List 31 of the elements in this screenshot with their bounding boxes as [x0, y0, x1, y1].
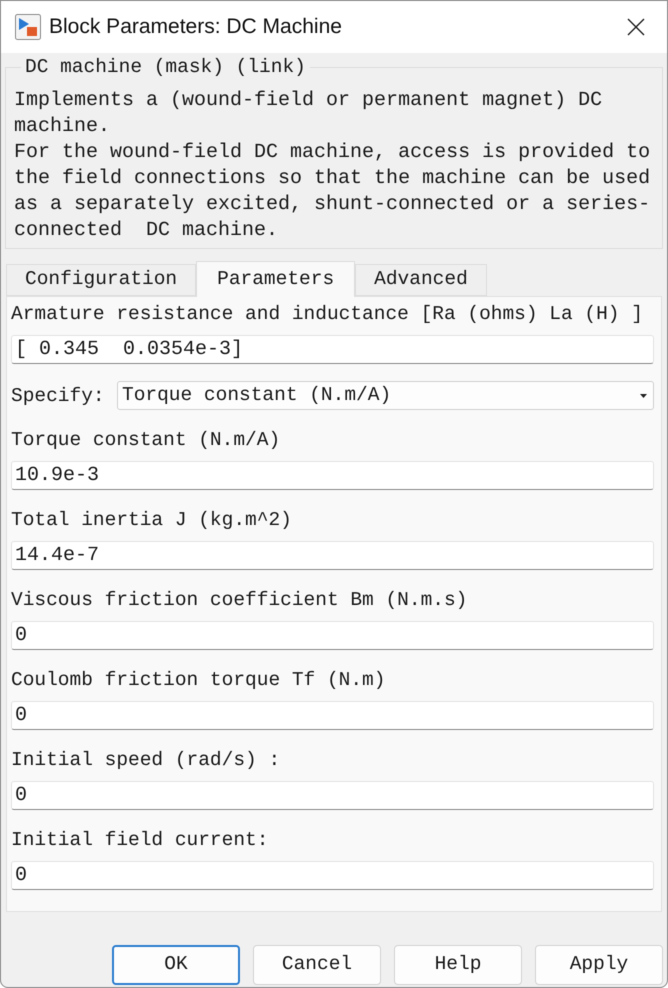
- input-field[interactable]: 0: [11, 701, 654, 730]
- close-button[interactable]: [625, 16, 647, 38]
- description-text: For the wound-field DC machine, access is provided to the field connections so that the machine can be used as a separately excited, shunt-connected or a series-connected DC machine.: [14, 140, 652, 244]
- block-diagram-icon: [15, 14, 41, 40]
- window-title: Block Parameters: DC Machine: [49, 14, 342, 40]
- input-field[interactable]: 14.4e-7: [11, 541, 654, 570]
- dialog-button[interactable]: Apply: [535, 945, 663, 985]
- parameter-label: Coulomb friction torque Tf (N.m): [11, 668, 386, 693]
- input-field[interactable]: 0: [11, 861, 654, 890]
- input-field[interactable]: 0: [11, 621, 654, 650]
- dialog-button[interactable]: OK: [112, 945, 240, 985]
- dialog-button[interactable]: Cancel: [253, 945, 381, 985]
- group-title: DC machine (mask) (link): [24, 55, 307, 80]
- dropdown-field[interactable]: Torque constant (N.m/A): [117, 381, 654, 410]
- tab[interactable]: Parameters: [196, 261, 356, 297]
- input-field[interactable]: [ 0.345 0.0354e-3]: [11, 335, 654, 364]
- tab[interactable]: Configuration: [6, 264, 196, 296]
- tab[interactable]: Advanced: [355, 264, 487, 296]
- dialog-button[interactable]: Help: [394, 945, 522, 985]
- parameter-label: Initial speed (rad/s) :: [11, 748, 282, 773]
- parameter-label: Viscous friction coefficient Bm (N.m.s): [11, 588, 468, 613]
- parameter-label: Specify:: [11, 384, 106, 408]
- parameter-label: Initial field current:: [11, 828, 270, 853]
- parameter-label: Total inertia J (kg.m^2): [11, 508, 293, 533]
- close-icon: [627, 18, 645, 36]
- parameter-label: Torque constant (N.m/A): [11, 428, 282, 453]
- input-field[interactable]: 0: [11, 781, 654, 810]
- description-text: Implements a (wound-field or permanent magnet) DC machine.: [14, 88, 604, 140]
- parameter-label: Armature resistance and inductance [Ra (ohms) La (H) ]: [11, 302, 644, 327]
- caret-icon: [640, 394, 647, 398]
- input-field[interactable]: 10.9e-3: [11, 461, 654, 490]
